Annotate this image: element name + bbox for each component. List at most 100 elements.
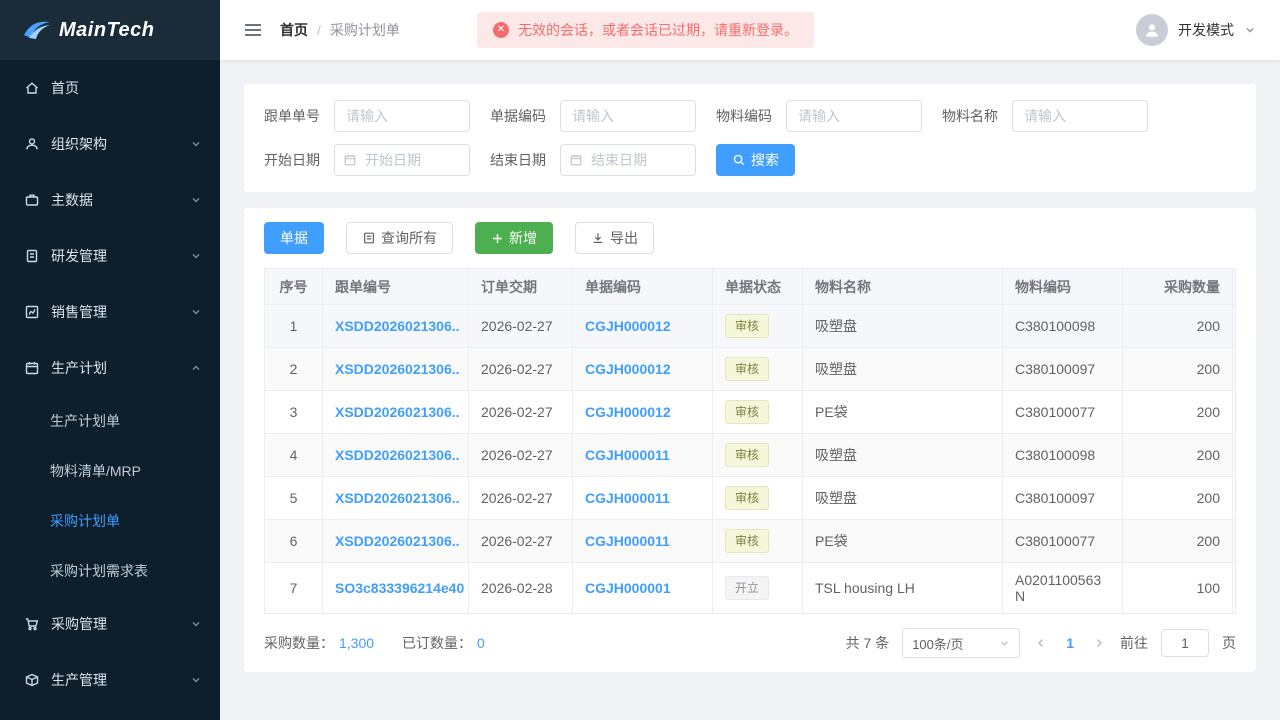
status-cell: 审核 (712, 433, 803, 477)
table-body: 1 XSDD2026021306.. 2026-02-27 CGJH000012 审核吸… (264, 304, 1236, 614)
page-size-select[interactable]: 100条/页 (902, 628, 1021, 658)
row-index: 4 (264, 433, 323, 477)
chevron-down-icon (190, 250, 202, 262)
doc-no-link[interactable]: CGJH000012 (572, 390, 713, 434)
order-no-link[interactable]: XSDD2026021306.. (322, 304, 469, 348)
start-date-input[interactable] (334, 144, 470, 176)
goto-page-input[interactable] (1161, 629, 1209, 657)
material-name-input[interactable] (1012, 100, 1148, 132)
order-no-link[interactable]: SO3c833396214e40 (322, 562, 469, 614)
purchase-qty: 200 (1122, 304, 1233, 348)
filter-field-start-date: 开始日期 (264, 144, 470, 176)
search-icon (732, 153, 746, 167)
purchase-qty: 200 (1122, 390, 1233, 434)
sidebar-subitem-purchase-plan-order[interactable]: 采购计划单 (0, 496, 220, 546)
material-code: A0201100563N (1002, 562, 1123, 614)
row-index: 5 (264, 476, 323, 520)
material-code: C380100097 (1002, 347, 1123, 391)
sidebar-subitem-purchase-plan-demand[interactable]: 采购计划需求表 (0, 546, 220, 596)
ordered-qty-value[interactable]: 0 (477, 635, 485, 651)
order-no-link[interactable]: XSDD2026021306.. (322, 476, 469, 520)
chevron-down-icon (190, 138, 202, 150)
page-size-value: 100条/页 (912, 636, 964, 652)
purchase-qty: 200 (1122, 433, 1233, 477)
breadcrumb-home[interactable]: 首页 (280, 20, 308, 40)
sidebar-subitem-bom-mrp[interactable]: 物料清单/MRP (0, 446, 220, 496)
delivery-date: 2026-02-27 (468, 304, 573, 348)
sidebar-item-production-plan[interactable]: 生产计划 (0, 340, 220, 396)
material-name: PE袋 (802, 390, 1003, 434)
prev-page-button[interactable] (1033, 637, 1049, 649)
user-icon (24, 136, 40, 152)
material-code: C380100077 (1002, 390, 1123, 434)
status-badge: 审核 (725, 443, 770, 467)
order-no-link[interactable]: XSDD2026021306.. (322, 347, 469, 391)
table-row: 2 XSDD2026021306.. 2026-02-27 CGJH000012 审核 吸… (264, 347, 1236, 391)
sidebar-subitem-label: 物料清单/MRP (50, 463, 141, 479)
field-label: 跟单单号 (264, 108, 320, 124)
row-index: 3 (264, 390, 323, 434)
status-badge: 开立 (725, 576, 770, 600)
status-badge: 审核 (725, 357, 770, 381)
purchase-plan-table: 序号 跟单编号 订单交期 单据编码 单据状态 物料名称 物料编码 采购数量 1X… (264, 268, 1236, 614)
sidebar-item-purchasing[interactable]: 采购管理 (0, 596, 220, 652)
column-header-status: 单据状态 (712, 268, 803, 305)
table-row: 7 SO3c833396214e40 2026-02-28 CGJH000001 开立 T… (264, 562, 1236, 614)
purchase-qty: 200 (1122, 519, 1233, 563)
delivery-date: 2026-02-27 (468, 390, 573, 434)
chevron-down-icon (1244, 24, 1256, 36)
alert-message: 无效的会话，或者会话已过期，请重新登录。 (518, 22, 798, 38)
order-no-link[interactable]: XSDD2026021306.. (322, 390, 469, 434)
sidebar-item-rnd[interactable]: 研发管理 (0, 228, 220, 284)
column-header-order-no: 跟单编号 (322, 268, 469, 305)
sidebar-item-organization[interactable]: 组织架构 (0, 116, 220, 172)
sidebar-item-label: 生产计划 (51, 360, 107, 376)
search-button-label: 搜索 (751, 152, 779, 168)
material-code-input[interactable] (786, 100, 922, 132)
sidebar-item-sales[interactable]: 销售管理 (0, 284, 220, 340)
add-button[interactable]: 新增 (475, 222, 553, 254)
page-number-1[interactable]: 1 (1062, 635, 1078, 651)
spacer-cell (1232, 519, 1236, 563)
material-name: 吸塑盘 (802, 304, 1003, 348)
doc-no-link[interactable]: CGJH000012 (572, 304, 713, 348)
material-code: C380100098 (1002, 433, 1123, 477)
filter-field-end-date: 结束日期 (490, 144, 696, 176)
status-badge: 审核 (725, 400, 770, 424)
user-menu[interactable]: 开发模式 (1136, 14, 1256, 46)
doc-no-link[interactable]: CGJH000011 (572, 476, 713, 520)
sidebar-item-home[interactable]: 首页 (0, 60, 220, 116)
pagination-total: 共 7 条 (845, 635, 890, 651)
session-error-alert: ✕ 无效的会话，或者会话已过期，请重新登录。 (477, 12, 814, 48)
status-badge: 审核 (725, 486, 770, 510)
status-cell: 审核 (712, 519, 803, 563)
spacer-cell (1232, 347, 1236, 391)
end-date-input[interactable] (560, 144, 696, 176)
material-name: 吸塑盘 (802, 476, 1003, 520)
doc-no-link[interactable]: CGJH000011 (572, 519, 713, 563)
doc-no-link[interactable]: CGJH000012 (572, 347, 713, 391)
purchase-qty-value[interactable]: 1,300 (339, 635, 374, 651)
column-header-doc-no: 单据编码 (572, 268, 713, 305)
docs-button[interactable]: 单据 (264, 222, 324, 254)
sidebar-item-master-data[interactable]: 主数据 (0, 172, 220, 228)
doc-no-link[interactable]: CGJH000001 (572, 562, 713, 614)
search-button[interactable]: 搜索 (716, 144, 795, 176)
delivery-date: 2026-02-27 (468, 347, 573, 391)
calendar-icon (24, 360, 40, 376)
hamburger-menu-icon[interactable] (244, 22, 262, 38)
sidebar-subitem-production-plan-order[interactable]: 生产计划单 (0, 396, 220, 446)
sidebar-item-production-mgmt[interactable]: 生产管理 (0, 652, 220, 708)
doc-code-input[interactable] (560, 100, 696, 132)
doc-no-link[interactable]: CGJH000011 (572, 433, 713, 477)
query-all-button[interactable]: 查询所有 (346, 222, 453, 254)
order-no-link[interactable]: XSDD2026021306.. (322, 433, 469, 477)
next-page-button[interactable] (1091, 637, 1107, 649)
sidebar-subitem-label: 采购计划需求表 (50, 563, 148, 579)
order-no-link[interactable]: XSDD2026021306.. (322, 519, 469, 563)
filter-field-material-code: 物料编码 (716, 100, 922, 132)
order-no-input[interactable] (334, 100, 470, 132)
material-code: C380100077 (1002, 519, 1123, 563)
export-button[interactable]: 导出 (575, 222, 654, 254)
column-header-delivery-date: 订单交期 (468, 268, 573, 305)
